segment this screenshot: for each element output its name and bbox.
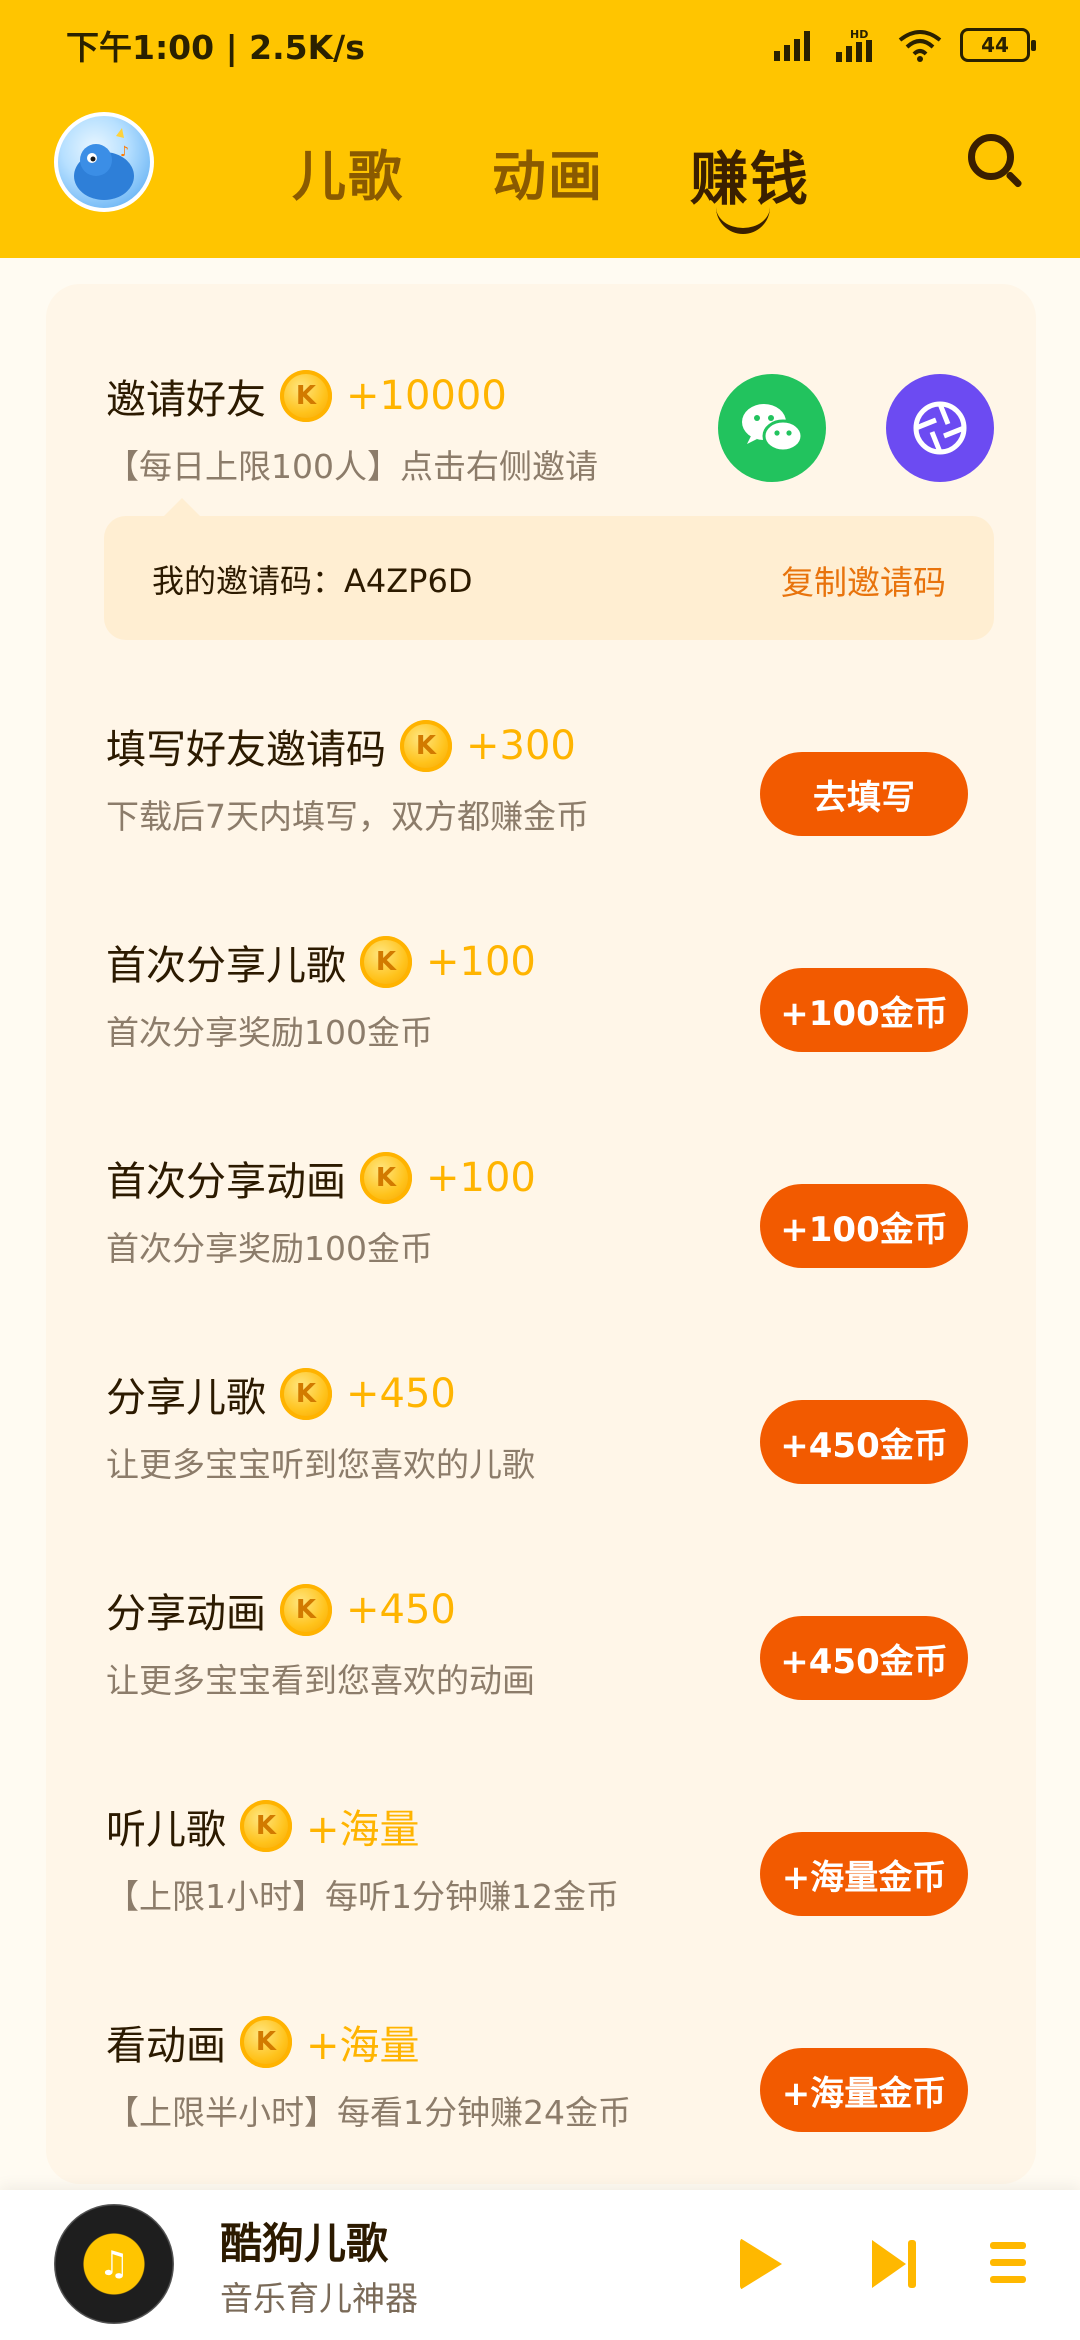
signal-icon: [774, 31, 810, 61]
invite-friends-task: 邀请好友 K +10000 【每日上限100人】点击右侧邀请: [106, 366, 1006, 488]
invite-code-box: 我的邀请码：A4ZP6D 复制邀请码: [104, 498, 994, 640]
task-reward: +100: [426, 1155, 536, 1201]
task-reward: +10000: [346, 373, 507, 419]
svg-text:♪: ♪: [120, 144, 129, 160]
moments-share-button[interactable]: [886, 374, 994, 482]
player-subtitle: 音乐育儿神器: [220, 2279, 418, 2318]
status-time: 下午1:00 | 2.5K/s: [66, 28, 365, 67]
coin-icon: K: [360, 936, 412, 988]
copy-invite-code-link[interactable]: 复制邀请码: [781, 556, 946, 604]
task-title: 首次分享儿歌: [106, 943, 346, 989]
album-disc[interactable]: ♫: [54, 2204, 174, 2324]
claim-button[interactable]: +海量金币: [760, 1832, 968, 1916]
player-title[interactable]: 酷狗儿歌: [220, 2210, 388, 2271]
claim-button[interactable]: +450金币: [760, 1616, 968, 1700]
task-title: 邀请好友: [106, 377, 266, 423]
top-header: 下午1:00 | 2.5K/s HD 44 ♪ 儿歌 动画 赚钱: [0, 0, 1080, 258]
playlist-icon[interactable]: [990, 2242, 1026, 2286]
claim-button[interactable]: +海量金币: [760, 2048, 968, 2132]
task-reward: +100: [426, 939, 536, 985]
task-title: 看动画: [106, 2023, 226, 2069]
coin-icon: K: [360, 1152, 412, 1204]
task-reward: +300: [466, 723, 576, 769]
aperture-icon: [913, 401, 967, 455]
tab-songs[interactable]: 儿歌: [292, 132, 404, 211]
coin-icon: K: [240, 1800, 292, 1852]
claim-button[interactable]: +100金币: [760, 968, 968, 1052]
task-title: 分享动画: [106, 1591, 266, 1637]
coin-icon: K: [280, 1368, 332, 1420]
task-desc: 【每日上限100人】点击右侧邀请: [106, 447, 598, 486]
svg-text:HD: HD: [850, 28, 868, 41]
mascot-icon: ♪: [74, 128, 134, 200]
play-icon[interactable]: [740, 2238, 782, 2290]
wechat-icon: [742, 404, 804, 453]
task-title: 分享儿歌: [106, 1375, 266, 1421]
next-track-icon[interactable]: [872, 2240, 916, 2290]
wifi-icon: [898, 30, 942, 62]
wechat-share-button[interactable]: [718, 374, 826, 482]
hd-signal-icon: HD: [836, 28, 872, 62]
task-title: 听儿歌: [106, 1807, 226, 1853]
avatar[interactable]: ♪: [54, 112, 154, 212]
task-reward: +海量: [306, 2023, 420, 2069]
active-tab-indicator: [716, 204, 770, 234]
search-icon[interactable]: [968, 134, 1014, 180]
task-reward: +海量: [306, 1807, 420, 1853]
coin-icon: K: [280, 1584, 332, 1636]
battery-indicator: 44: [960, 28, 1036, 62]
task-title: 首次分享动画: [106, 1159, 346, 1205]
mini-player: ♫ 酷狗儿歌 音乐育儿神器: [0, 2190, 1080, 2340]
status-icons: HD 44: [774, 28, 1036, 62]
tab-animation[interactable]: 动画: [492, 132, 604, 211]
claim-button[interactable]: +100金币: [760, 1184, 968, 1268]
coin-icon: K: [240, 2016, 292, 2068]
task-reward: +450: [346, 1587, 456, 1633]
coin-icon: K: [400, 720, 452, 772]
task-title: 填写好友邀请码: [106, 727, 386, 773]
task-reward: +450: [346, 1371, 456, 1417]
claim-button[interactable]: +450金币: [760, 1400, 968, 1484]
fill-code-button[interactable]: 去填写: [760, 752, 968, 836]
coin-icon: K: [280, 370, 332, 422]
invite-code: 我的邀请码：A4ZP6D: [152, 562, 473, 600]
